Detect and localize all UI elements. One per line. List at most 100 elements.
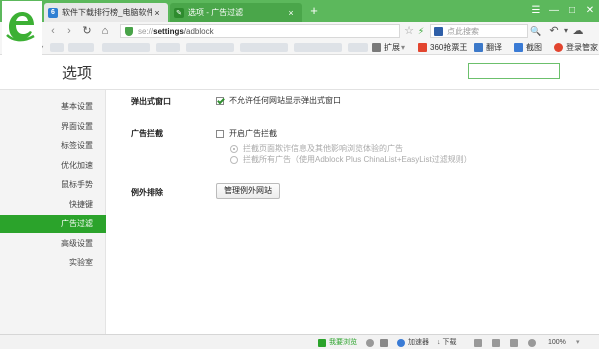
bookmark-item-blurred[interactable] xyxy=(240,43,288,52)
adblock-enable-label: 开启广告拦截 xyxy=(229,129,277,138)
manage-exceptions-button[interactable]: 管理例外网站 xyxy=(216,183,280,199)
minimize-button[interactable]: — xyxy=(545,0,563,22)
restore-button[interactable]: □ xyxy=(563,0,581,22)
close-window-button[interactable]: ✕ xyxy=(581,0,599,22)
adblock-section-label: 广告拦截 xyxy=(131,129,163,138)
tab-options-adblock[interactable]: ✎ 选项 - 广告过滤 × xyxy=(170,3,302,22)
tab-close-icon[interactable]: × xyxy=(286,8,296,18)
zoom-label: 100% xyxy=(548,339,566,346)
extensions-label: 扩展 xyxy=(384,43,400,52)
download-button[interactable]: ↓ 下载 xyxy=(437,336,457,349)
browser-logo[interactable] xyxy=(2,1,42,61)
popup-block-option[interactable]: 不允许任何网站显示弹出式窗口 xyxy=(216,95,341,106)
bookmarks-bar: ▹ ★ 收藏 ▾ 扩展 ▾ 360抢票王 翻译 截图 登录管家 xyxy=(0,40,599,55)
search-engine-icon[interactable] xyxy=(434,26,443,36)
shield-check-icon xyxy=(318,338,326,347)
screenshot-button[interactable]: 截图 xyxy=(514,41,542,54)
bookmark-item-blurred[interactable] xyxy=(348,43,368,52)
reload-button[interactable]: ↻ xyxy=(80,23,94,39)
zoom-out-icon[interactable] xyxy=(528,336,539,349)
translate-button[interactable]: 翻译 xyxy=(474,41,502,54)
bookmark-item-blurred[interactable] xyxy=(68,43,94,52)
search-go-icon[interactable]: 🔍 xyxy=(529,23,543,39)
bookmark-item-blurred[interactable] xyxy=(156,43,180,52)
sound-icon[interactable] xyxy=(492,336,503,349)
magnifier-icon xyxy=(528,338,536,347)
adblock-mode-fraud[interactable]: 拦截页面欺诈信息及其他影响浏览体验的广告 xyxy=(230,143,403,154)
panel-icon xyxy=(380,338,388,347)
exceptions-section-label: 例外排除 xyxy=(131,188,163,197)
sidebar-item-advanced[interactable]: 高级设置 xyxy=(0,235,106,253)
bookmark-item-blurred[interactable] xyxy=(186,43,234,52)
adblock-enable-checkbox[interactable] xyxy=(216,129,224,138)
ticket-grabber-button[interactable]: 360抢票王 xyxy=(418,41,467,54)
address-bar[interactable]: se:// settings /adblock xyxy=(120,24,400,38)
new-tab-button[interactable]: + xyxy=(306,3,322,19)
cloud-icon[interactable]: ☁ xyxy=(571,23,585,39)
options-sidebar: 基本设置 界面设置 标签设置 优化加速 鼠标手势 快捷键 广告过滤 高级设置 实… xyxy=(0,90,106,334)
address-scheme: se:// xyxy=(138,26,154,36)
tab-title: 软件下载排行榜_电脑软件排行榜 xyxy=(62,8,152,17)
sidebar-item-lab[interactable]: 实验室 xyxy=(0,254,106,272)
download-arrow-icon: ↓ xyxy=(437,339,441,346)
security-shield-icon xyxy=(125,26,133,36)
extensions-menu[interactable]: 扩展 ▾ xyxy=(372,41,405,54)
adblock-mode-all-radio[interactable] xyxy=(230,155,238,164)
zoom-level[interactable]: 100% xyxy=(548,336,566,349)
sidebar-item-shortcuts[interactable]: 快捷键 xyxy=(0,196,106,214)
login-manager-icon xyxy=(554,43,563,52)
options-header: 选项 xyxy=(0,56,599,90)
search-placeholder: 点此搜索 xyxy=(447,26,479,36)
ticket-label: 360抢票王 xyxy=(430,43,468,52)
bookmark-item-blurred[interactable] xyxy=(294,43,342,52)
popup-block-checkbox[interactable] xyxy=(216,96,224,105)
adblock-enable-option[interactable]: 开启广告拦截 xyxy=(216,128,277,139)
navigation-bar: ‹ › ↻ ⌂ se:// settings /adblock ☆ ⚡ 点此搜索… xyxy=(0,22,599,40)
home-button[interactable]: ⌂ xyxy=(98,23,112,39)
address-host: settings xyxy=(153,26,184,36)
screenshot-label: 截图 xyxy=(526,43,542,52)
sidebar-item-gestures[interactable]: 鼠标手势 xyxy=(0,176,106,194)
scissors-icon xyxy=(514,43,523,52)
ticket-360-icon xyxy=(418,43,427,52)
restore-icon[interactable] xyxy=(510,336,521,349)
accelerator-label: 加速器 xyxy=(408,339,429,346)
image-mode-icon[interactable] xyxy=(474,336,485,349)
sidebar-item-basic[interactable]: 基本设置 xyxy=(0,98,106,116)
login-manager-button[interactable]: 登录管家 xyxy=(554,41,598,54)
sidebar-item-optimize[interactable]: 优化加速 xyxy=(0,157,106,175)
settings-status-icon[interactable] xyxy=(366,336,377,349)
forward-button[interactable]: › xyxy=(62,23,76,39)
bookmark-item-blurred[interactable] xyxy=(102,43,150,52)
tab-close-icon[interactable]: × xyxy=(152,8,162,18)
lightning-icon[interactable]: ⚡ xyxy=(414,23,428,39)
login-manager-label: 登录管家 xyxy=(566,43,598,52)
adblock-mode-fraud-radio[interactable] xyxy=(230,144,238,153)
window-icon xyxy=(510,338,518,347)
tab-software-ranking[interactable]: 6 软件下载排行榜_电脑软件排行榜 × xyxy=(44,3,168,22)
tab-title: 选项 - 广告过滤 xyxy=(188,8,244,17)
sidebar-item-tabs[interactable]: 标签设置 xyxy=(0,137,106,155)
address-path: /adblock xyxy=(183,26,214,36)
download-label: 下载 xyxy=(442,339,457,346)
tab-strip: 6 软件下载排行榜_电脑软件排行榜 × ✎ 选项 - 广告过滤 × + ☰ — … xyxy=(0,0,599,61)
adblock-mode-fraud-label: 拦截页面欺诈信息及其他影响浏览体验的广告 xyxy=(243,144,403,153)
options-favicon-icon: ✎ xyxy=(174,7,184,18)
adblock-mode-all[interactable]: 拦截所有广告（使用Adblock Plus ChinaList+EasyList… xyxy=(230,154,472,165)
bookmark-favicon-blurred[interactable] xyxy=(50,43,64,52)
safe-browsing-status[interactable]: 我要浏览 xyxy=(318,336,357,349)
sidebar-item-adblock[interactable]: 广告过滤 xyxy=(0,215,106,233)
search-box[interactable]: 点此搜索 xyxy=(430,24,528,38)
speedometer-icon xyxy=(397,338,405,347)
accelerator-button[interactable]: 加速器 xyxy=(397,336,429,349)
adblock-mode-all-label: 拦截所有广告（使用Adblock Plus ChinaList+EasyList… xyxy=(243,155,472,164)
back-button[interactable]: ‹ xyxy=(46,23,60,39)
settings-search-input[interactable] xyxy=(468,63,560,79)
sidebar-item-interface[interactable]: 界面设置 xyxy=(0,118,106,136)
popup-block-label: 不允许任何网站显示弹出式窗口 xyxy=(229,96,341,105)
popup-section-label: 弹出式窗口 xyxy=(131,97,171,106)
menu-icon[interactable]: ☰ xyxy=(527,0,545,22)
zoom-dropdown-icon[interactable]: ▾ xyxy=(576,336,580,349)
speaker-icon xyxy=(492,338,500,347)
sidebar-status-icon[interactable] xyxy=(380,336,391,349)
